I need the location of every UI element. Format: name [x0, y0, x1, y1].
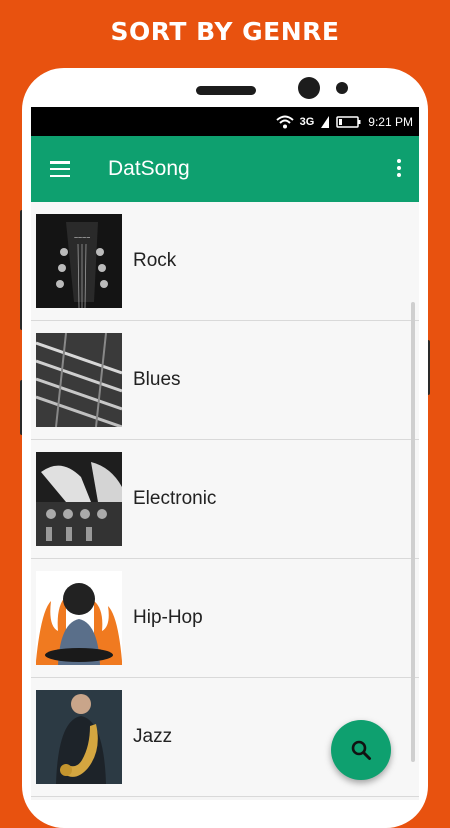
genre-item-blues[interactable]: Blues [31, 321, 419, 440]
search-icon [351, 740, 371, 760]
genre-label: Electronic [133, 488, 217, 509]
status-bar: 3G 9:21 PM [31, 107, 419, 136]
saxophone-player-image [36, 690, 122, 784]
app-screen: 3G 9:21 PM DatSong ~~~~ Rock Blues Elect… [31, 107, 419, 800]
menu-icon[interactable] [50, 161, 70, 177]
dj-illustration-image [36, 571, 122, 665]
genre-list: ~~~~ Rock Blues Electronic Hip-Hop Jazz [31, 202, 419, 797]
dj-mixer-image [36, 452, 122, 546]
network-type: 3G [299, 115, 315, 128]
list-scrollbar[interactable] [411, 302, 415, 762]
phone-speaker [196, 86, 256, 95]
wifi-icon [275, 115, 294, 128]
genre-label: Jazz [133, 726, 173, 747]
svg-text:~~~~: ~~~~ [74, 235, 90, 242]
app-title: DatSong [108, 157, 190, 180]
phone-camera [298, 77, 320, 99]
app-bar: DatSong [31, 136, 419, 202]
genre-label: Blues [133, 369, 181, 390]
status-time: 9:21 PM [368, 114, 413, 129]
genre-item-electronic[interactable]: Electronic [31, 440, 419, 559]
battery-icon [336, 115, 361, 128]
genre-item-rock[interactable]: ~~~~ Rock [31, 202, 419, 321]
genre-label: Rock [133, 250, 177, 271]
guitar-headstock-image: ~~~~ [36, 214, 122, 308]
search-fab-button[interactable] [331, 720, 391, 780]
overflow-menu-icon[interactable] [397, 159, 401, 177]
signal-icon [321, 115, 330, 128]
bass-strings-image [36, 333, 122, 427]
promo-banner-title: SORT BY GENRE [110, 16, 340, 46]
phone-sensor [336, 82, 348, 94]
genre-item-hip-hop[interactable]: Hip-Hop [31, 559, 419, 678]
genre-label: Hip-Hop [133, 607, 203, 628]
